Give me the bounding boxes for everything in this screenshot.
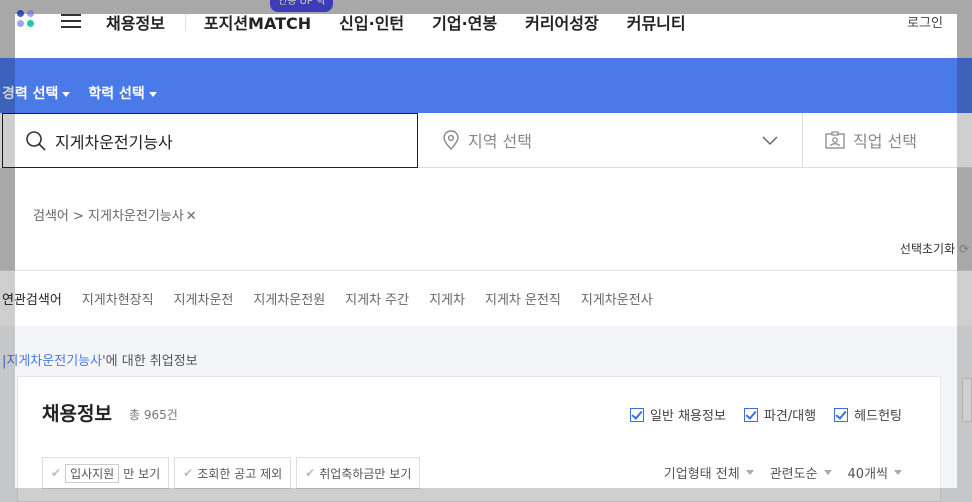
toggle-exclude-viewed[interactable]: ✔ 조회한 공고 제외 [174, 457, 292, 489]
login-link[interactable]: 로그인 [907, 12, 943, 31]
results-about: |지게차운전기능사'에 대한 취업정보 [2, 354, 198, 369]
related-keyword[interactable]: 지게차 주간 [345, 289, 409, 308]
check-label: 파견/대행 [763, 409, 817, 424]
nav-item-company-salary[interactable]: 기업·연봉 [432, 10, 497, 34]
toggle-label: 취업축하금만 보기 [319, 466, 412, 481]
about-suffix: '에 대한 취업정보 [102, 354, 198, 369]
nav-item-career[interactable]: 커리어성장 [525, 10, 599, 34]
toggle-tag: 입사지원 [65, 463, 120, 483]
caret-down-icon [62, 91, 71, 97]
check-headhunting[interactable]: 헤드헌팅 [834, 405, 902, 424]
remove-keyword-icon[interactable]: ✕ [186, 209, 197, 224]
keyword-search-input[interactable]: 지게차운전기능사 [2, 113, 418, 168]
result-toggles: ✔ 입사지원 만 보기 ✔ 조회한 공고 제외 ✔ 취업축하금만 보기 [42, 457, 425, 489]
caret-down-icon [894, 470, 902, 475]
search-bar: 지게차운전기능사 지역 선택 직업 선택 [0, 113, 972, 168]
page: 연봉 UP 픽 채용정보 포지션MATCH 신입·인턴 기업·연봉 커리어성장 … [0, 0, 972, 502]
checkbox-checked-icon [743, 407, 758, 422]
results-count: 총 965건 [129, 408, 178, 422]
career-filter-dropdown[interactable]: 경력 선택 [2, 83, 71, 103]
related-keyword[interactable]: 지게차운전사 [581, 289, 653, 308]
sort-label: 기업형태 전체 [663, 467, 740, 482]
check-label: 헤드헌팅 [854, 409, 902, 424]
toggle-bonus-only[interactable]: ✔ 취업축하금만 보기 [296, 457, 421, 489]
check-label: 일반 채용정보 [650, 409, 726, 424]
location-pin-icon [443, 130, 459, 150]
about-keyword[interactable]: 지게차운전기능사 [6, 354, 102, 369]
check-general-jobs[interactable]: 일반 채용정보 [630, 405, 726, 424]
related-keywords-label: 연관검색어 [2, 293, 62, 308]
education-filter-dropdown[interactable]: 학력 선택 [88, 83, 157, 103]
career-filter-label: 경력 선택 [2, 86, 59, 102]
page-size-dropdown[interactable]: 40개씩 [848, 463, 902, 482]
results-section: |지게차운전기능사'에 대한 취업정보 채용정보 총 965건 일반 채용정보 … [0, 326, 972, 502]
checkbox-checked-icon [630, 407, 645, 422]
filter-band: 경력 선택 학력 선택 [0, 58, 972, 113]
breadcrumb-label: 검색어 > 지게차운전기능사 [33, 209, 184, 224]
check-dispatch[interactable]: 파견/대행 [743, 405, 817, 424]
chevron-down-icon [762, 136, 778, 146]
refresh-icon: ⟳ [958, 242, 969, 256]
main-nav: 채용정보 포지션MATCH 신입·인턴 기업·연봉 커리어성장 커뮤니티 [106, 10, 714, 34]
nav-item-intern[interactable]: 신입·인턴 [339, 10, 404, 34]
hamburger-menu-icon[interactable] [61, 14, 81, 28]
related-keywords: 연관검색어 지게차현장직 지게차운전 지게차운전원 지게차 주간 지게차 지게차… [0, 270, 972, 326]
reset-selection-button[interactable]: 선택초기화 ⟳ [900, 240, 969, 257]
job-placeholder: 직업 선택 [853, 132, 917, 151]
check-icon: ✔ [305, 466, 316, 480]
top-navigation: 연봉 UP 픽 채용정보 포지션MATCH 신입·인턴 기업·연봉 커리어성장 … [15, 0, 957, 58]
logo-icon[interactable] [17, 10, 41, 34]
related-keyword[interactable]: 지게차현장직 [82, 289, 154, 308]
nav-divider [184, 13, 186, 31]
search-keyword-value: 지게차운전기능사 [55, 132, 173, 152]
toggle-label: 만 보기 [123, 466, 161, 481]
search-summary: 검색어 > 지게차운전기능사 ✕ 선택초기화 ⟳ [15, 168, 969, 270]
caret-down-icon [745, 470, 754, 475]
caret-down-icon [148, 91, 157, 97]
related-keyword[interactable]: 지게차운전 [174, 289, 234, 308]
check-icon: ✔ [183, 466, 194, 480]
sort-label: 관련도순 [769, 467, 818, 482]
reset-label: 선택초기화 [899, 242, 956, 256]
toggle-label: 조회한 공고 제외 [197, 466, 283, 481]
company-type-dropdown[interactable]: 기업형태 전체 [664, 463, 754, 482]
breadcrumb: 검색어 > 지게차운전기능사 ✕ [33, 205, 197, 224]
checkbox-checked-icon [834, 407, 849, 422]
related-keyword[interactable]: 지게차운전원 [253, 289, 325, 308]
id-card-icon [825, 131, 845, 149]
result-type-checks: 일반 채용정보 파견/대행 헤드헌팅 [612, 405, 902, 424]
toggle-apply-only[interactable]: ✔ 입사지원 만 보기 [42, 457, 170, 489]
caret-down-icon [823, 470, 832, 475]
education-filter-label: 학력 선택 [88, 86, 145, 102]
region-select[interactable]: 지역 선택 [418, 113, 802, 168]
related-keyword[interactable]: 지게차 [429, 289, 465, 308]
nav-item-position-match[interactable]: 포지션MATCH [204, 10, 311, 34]
sort-order-dropdown[interactable]: 관련도순 [770, 463, 832, 482]
check-icon: ✔ [51, 466, 62, 480]
side-panel-edge [962, 378, 972, 422]
job-select[interactable]: 직업 선택 [802, 113, 972, 168]
search-icon [26, 130, 46, 151]
sort-options: 기업형태 전체 관련도순 40개씩 [648, 463, 902, 482]
region-placeholder: 지역 선택 [468, 132, 532, 151]
nav-item-jobs[interactable]: 채용정보 [106, 10, 165, 34]
related-keyword[interactable]: 지게차 운전직 [485, 289, 561, 308]
results-title: 채용정보 [42, 403, 112, 425]
sort-label: 40개씩 [847, 467, 888, 482]
nav-item-community[interactable]: 커뮤니티 [627, 10, 686, 34]
job-results-card: 채용정보 총 965건 일반 채용정보 파견/대행 헤드헌팅 ✔ 입사지원 만 보기… [17, 376, 941, 502]
